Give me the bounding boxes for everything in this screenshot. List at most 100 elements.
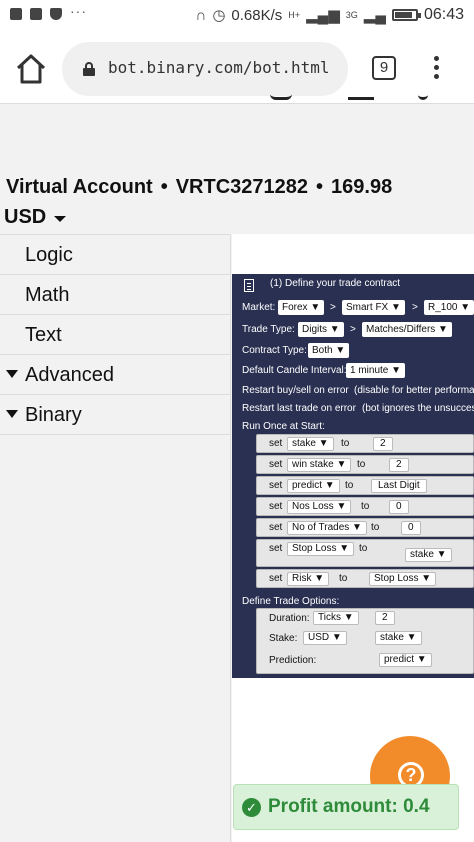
variable-dropdown[interactable]: Stop Loss ▼	[287, 542, 355, 556]
chevron-right-icon: >	[350, 324, 356, 335]
to-keyword: to	[341, 438, 350, 449]
submarket-dropdown[interactable]: Smart FX ▼	[342, 300, 405, 315]
restart-last-note: (bot ignores the unsuccessful)	[362, 403, 474, 414]
value-input[interactable]: 0	[401, 521, 421, 535]
alarm-icon: ◷	[212, 7, 226, 24]
value-input[interactable]: 2	[373, 437, 393, 451]
to-keyword: to	[339, 573, 348, 584]
category-label: Math	[25, 284, 70, 306]
set-keyword: set	[269, 438, 283, 449]
to-keyword: to	[359, 543, 368, 554]
set-variable-block[interactable]: set No of Trades ▼ to 0	[256, 518, 474, 537]
variable-dropdown[interactable]: Nos Loss ▼	[287, 500, 352, 514]
trade-category-dropdown[interactable]: Digits ▼	[298, 322, 344, 337]
trade-options-label: Define Trade Options:	[242, 596, 340, 607]
currency-dropdown[interactable]: USD	[4, 206, 67, 229]
set-variable-block[interactable]: set Stop Loss ▼ to stake ▼	[256, 539, 474, 567]
set-variable-block[interactable]: set predict ▼ to Last Digit	[256, 476, 474, 495]
toolbox-sidebar: Logic Math Text Advanced Binary	[0, 234, 231, 842]
variable-getter-dropdown[interactable]: stake ▼	[405, 548, 452, 562]
status-left-icons: ···	[10, 3, 87, 20]
toolbox-category-logic[interactable]: Logic	[0, 235, 230, 275]
battery-icon	[391, 9, 421, 21]
home-button[interactable]	[14, 52, 48, 86]
image-icon	[30, 8, 42, 20]
to-keyword: to	[357, 459, 366, 470]
market-label: Market:	[242, 302, 276, 313]
to-keyword: to	[345, 480, 354, 491]
account-id: VRTC3271282	[175, 176, 309, 198]
account-currency: USD	[4, 206, 47, 228]
stake-label: Stake:	[269, 633, 298, 644]
clock: 06:43	[423, 6, 464, 23]
toast-message: Profit amount: 0.4	[268, 796, 430, 817]
account-type: Virtual Account	[6, 176, 153, 198]
value-input[interactable]: 2	[389, 458, 409, 472]
candle-interval-dropdown[interactable]: 1 minute ▼	[346, 363, 406, 378]
expand-triangle-icon	[6, 410, 18, 418]
trade-definition-block[interactable]: (1) Define your trade contract Market: F…	[232, 274, 474, 678]
contract-type-dropdown[interactable]: Both ▼	[308, 343, 350, 358]
signal-icon: ▂▄▆	[306, 7, 340, 24]
variable-dropdown[interactable]: predict ▼	[287, 479, 340, 493]
symbol-dropdown[interactable]: R_100 ▼	[424, 300, 474, 315]
set-variable-block[interactable]: set stake ▼ to 2	[256, 434, 474, 453]
set-keyword: set	[269, 522, 283, 533]
variable-dropdown[interactable]: No of Trades ▼	[287, 521, 367, 535]
variable-dropdown[interactable]: win stake ▼	[287, 458, 352, 472]
signal-icon-2: ▂▄	[363, 7, 386, 24]
set-keyword: set	[269, 573, 283, 584]
status-right: ∩ ◷ 0.68K/s H+ ▂▄▆ 3G ▂▄ 06:43	[196, 6, 464, 24]
trade-type-dropdown[interactable]: Matches/Differs ▼	[362, 322, 452, 337]
account-info[interactable]: Virtual Account • VRTC3271282 • 169.98	[6, 176, 392, 199]
trade-options-block[interactable]: Duration: Ticks ▼ 2 Stake: USD ▼ stake ▼…	[256, 608, 474, 674]
profit-toast: ✓ Profit amount: 0.4	[233, 784, 459, 830]
toolbar-icons-partial	[270, 94, 440, 110]
url-text: bot.binary.com/bot.html	[108, 58, 330, 77]
to-keyword: to	[361, 501, 370, 512]
dot-icon	[433, 74, 439, 79]
set-keyword: set	[269, 501, 283, 512]
battery-fill	[394, 12, 412, 18]
chevron-right-icon: >	[412, 302, 418, 313]
set-variable-block[interactable]: set Risk ▼ to Stop Loss ▼	[256, 569, 474, 588]
toolbox-category-advanced[interactable]: Advanced	[0, 355, 230, 395]
variable-dropdown[interactable]: stake ▼	[287, 437, 334, 451]
currency-dropdown-block[interactable]: USD ▼	[303, 631, 347, 645]
overflow-menu-button[interactable]	[428, 54, 444, 84]
toolbar-icon-partial[interactable]	[418, 94, 428, 100]
separator: •	[160, 176, 168, 198]
prediction-variable-dropdown[interactable]: predict ▼	[379, 653, 432, 667]
duration-label: Duration:	[269, 613, 310, 624]
run-once-label: Run Once at Start:	[242, 421, 325, 432]
address-bar[interactable]: bot.binary.com/bot.html	[62, 42, 348, 96]
caret-down-icon	[54, 216, 67, 222]
chevron-right-icon: >	[330, 302, 336, 313]
duration-input[interactable]: 2	[375, 611, 395, 625]
toolbox-category-math[interactable]: Math	[0, 275, 230, 315]
network-type-1: H+	[288, 10, 301, 20]
duration-unit-dropdown[interactable]: Ticks ▼	[313, 611, 359, 625]
document-icon	[244, 279, 254, 292]
site-header: Virtual Account • VRTC3271282 • 169.98 USD	[0, 97, 474, 234]
message-icon	[10, 8, 22, 20]
value-input[interactable]: 0	[389, 500, 409, 514]
tab-switcher-button[interactable]: 9	[372, 56, 396, 80]
value-input[interactable]: Last Digit	[371, 479, 427, 493]
market-dropdown[interactable]: Forex ▼	[278, 300, 325, 315]
toolbar-icon-partial[interactable]	[270, 94, 292, 100]
variable-getter-dropdown[interactable]: Stop Loss ▼	[369, 572, 437, 586]
set-variable-block[interactable]: set Nos Loss ▼ to 0	[256, 497, 474, 516]
toolbox-category-text[interactable]: Text	[0, 315, 230, 355]
set-variable-block[interactable]: set win stake ▼ to 2	[256, 455, 474, 474]
contract-type-label: Contract Type:	[242, 345, 307, 356]
stake-variable-dropdown[interactable]: stake ▼	[375, 631, 422, 645]
variable-dropdown[interactable]: Risk ▼	[287, 572, 330, 586]
set-keyword: set	[269, 480, 283, 491]
restart-on-error-note: (disable for better performance)	[354, 385, 474, 396]
check-circle-icon: ✓	[242, 798, 261, 817]
toolbox-category-binary[interactable]: Binary	[0, 395, 230, 435]
separator: •	[316, 176, 324, 198]
candle-interval-label: Default Candle Interval:	[242, 365, 347, 376]
toolbar-icon-partial[interactable]	[348, 94, 374, 100]
